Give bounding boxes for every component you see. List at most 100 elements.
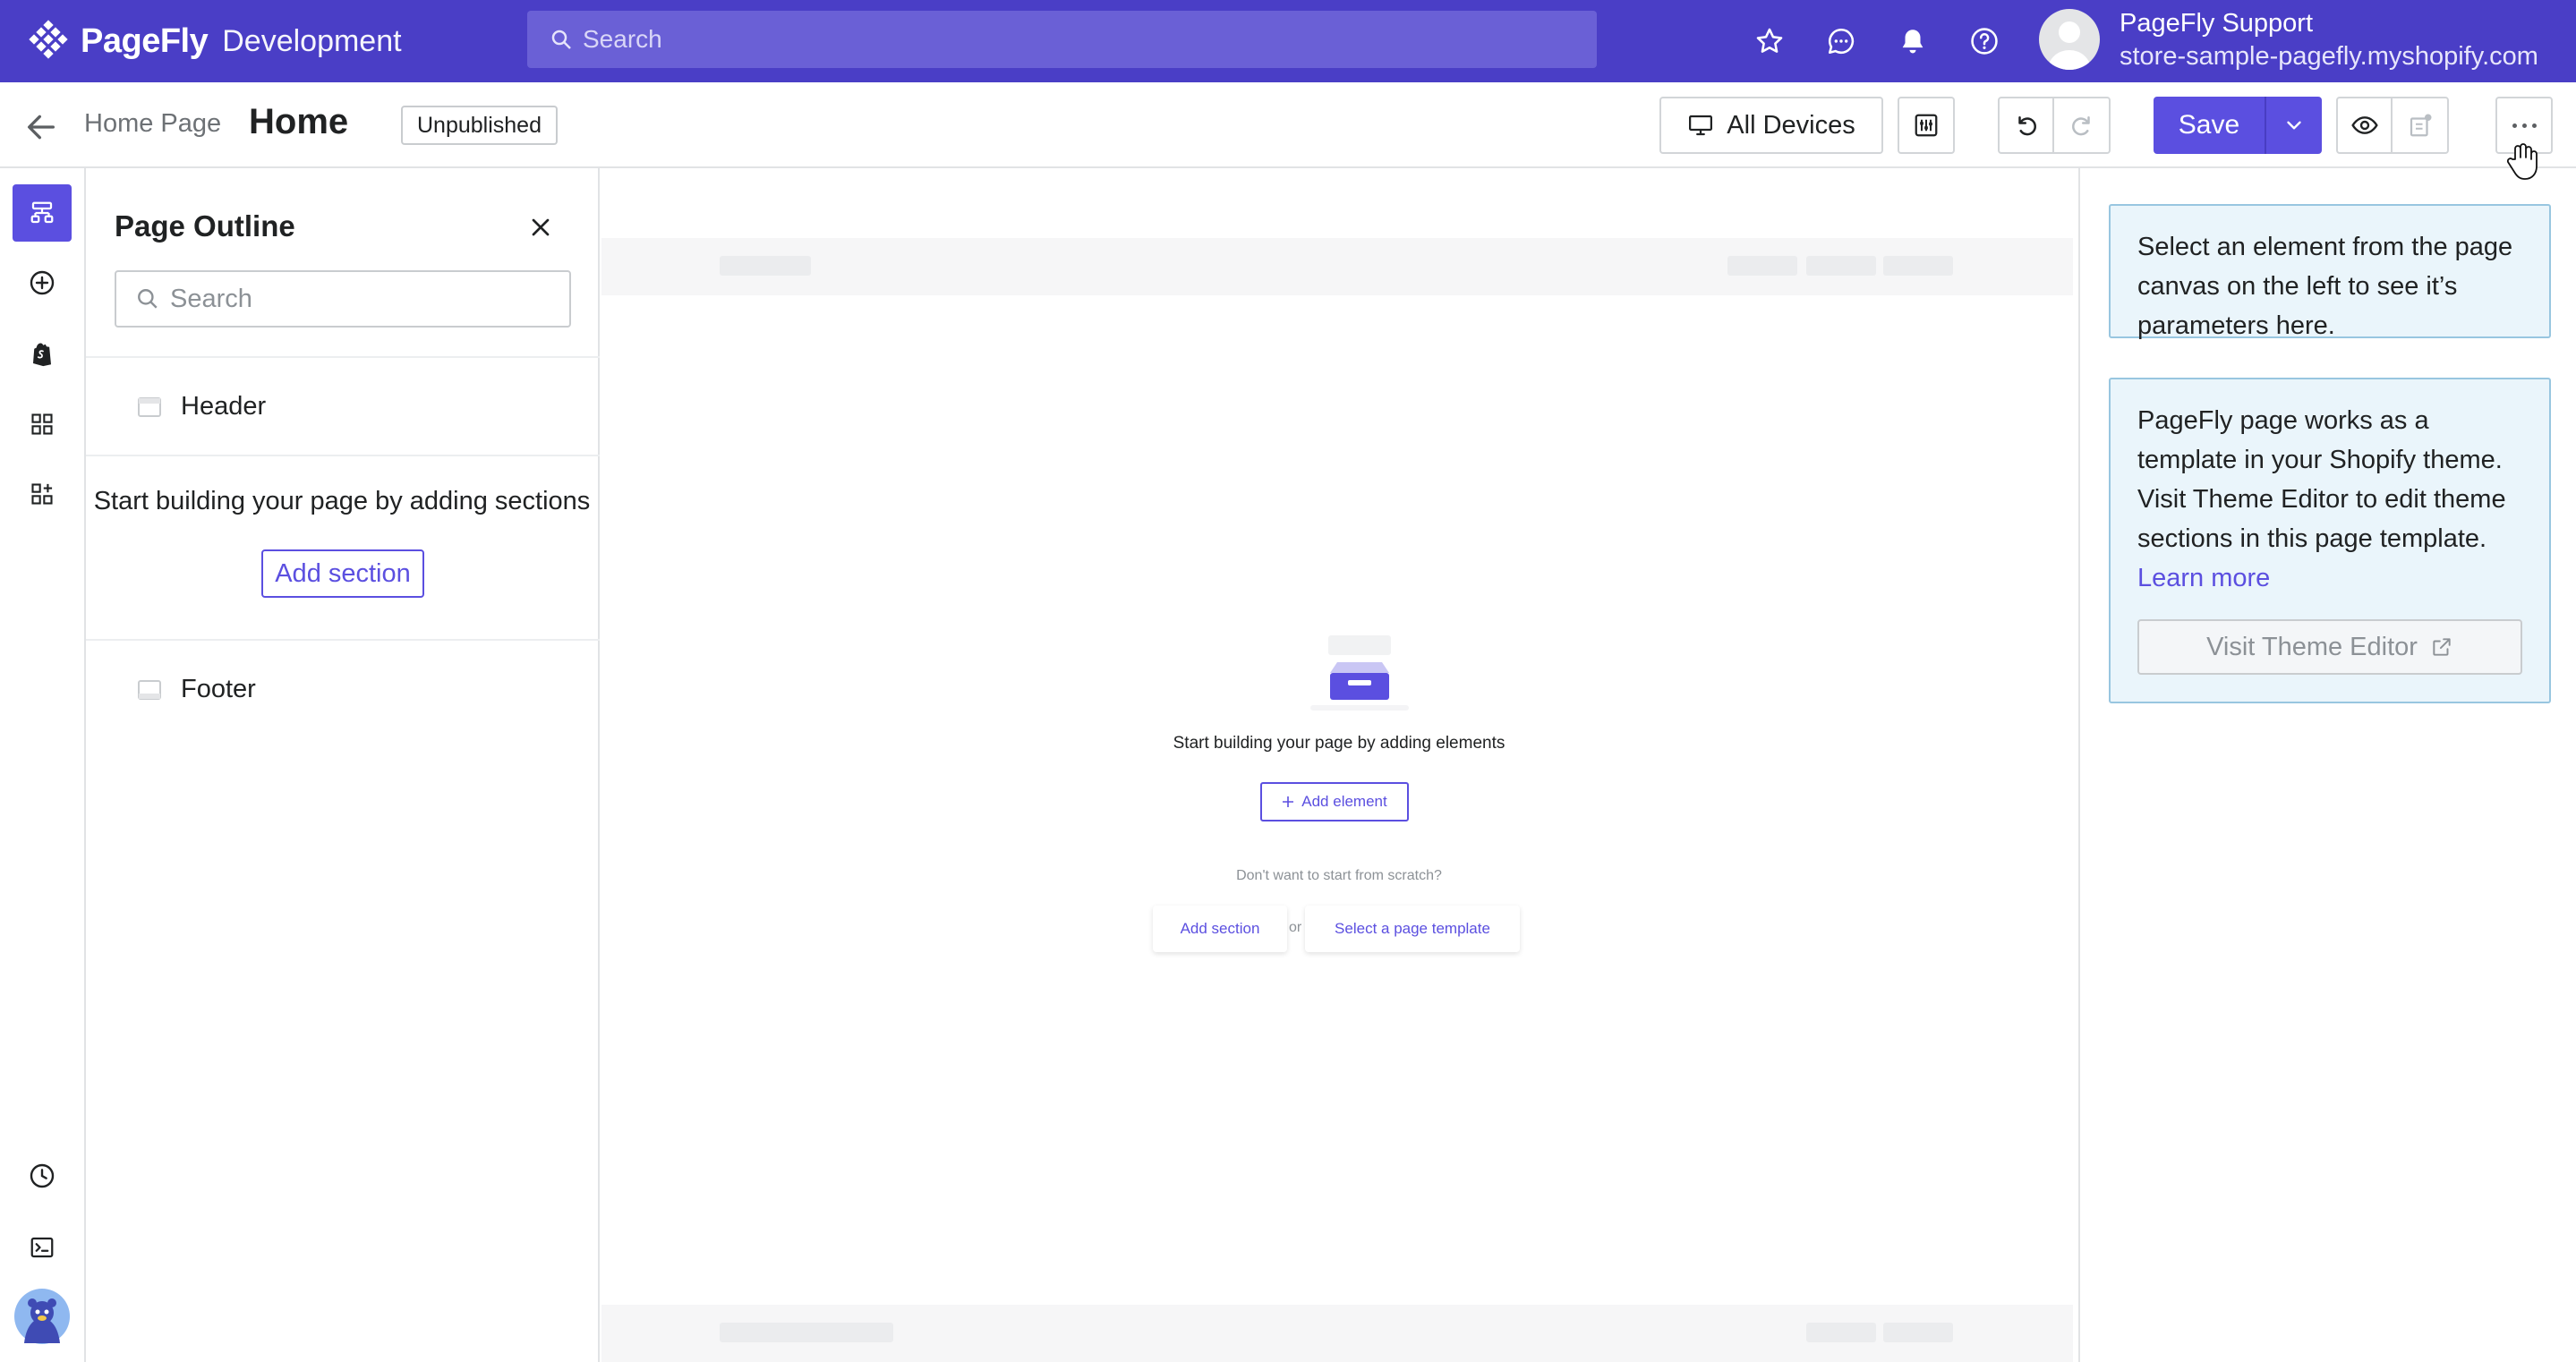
- help-button[interactable]: [1965, 21, 2004, 61]
- save-group: Save: [2154, 97, 2322, 154]
- settings-button[interactable]: [1898, 97, 1955, 154]
- devices-button[interactable]: All Devices: [1659, 97, 1883, 154]
- rail-apps[interactable]: [13, 465, 72, 523]
- rail-history[interactable]: [13, 1147, 72, 1205]
- visit-theme-editor-label: Visit Theme Editor: [2206, 633, 2418, 661]
- chevron-down-icon: [2287, 121, 2301, 130]
- more-dot-icon: [2531, 123, 2537, 128]
- skeleton-bar: [720, 256, 811, 276]
- outline-divider: [86, 455, 600, 456]
- scratch-message: Don't want to start from scratch?: [1236, 868, 1442, 883]
- page-canvas[interactable]: Start building your page by adding eleme…: [600, 168, 2078, 1362]
- brand-name: PageFly: [81, 21, 209, 60]
- chat-button[interactable]: [1821, 21, 1861, 61]
- user-avatar[interactable]: [2039, 9, 2100, 70]
- theme-info-text: PageFly page works as a template in your…: [2137, 406, 2506, 553]
- search-icon: [138, 289, 158, 309]
- canvas-add-section-button[interactable]: Add section: [1153, 906, 1287, 952]
- bell-icon: [1902, 30, 1923, 54]
- add-section-button[interactable]: Add section: [261, 549, 424, 598]
- devices-label: All Devices: [1727, 110, 1855, 140]
- skeleton-bar: [1806, 256, 1876, 276]
- mascot-avatar-icon: [14, 1289, 70, 1344]
- preview-controls: [2336, 97, 2449, 154]
- outline-item-footer[interactable]: Footer: [138, 675, 256, 704]
- undo-button[interactable]: [2000, 98, 2055, 152]
- rail-mascot[interactable]: [13, 1287, 72, 1346]
- favorites-button[interactable]: [1750, 21, 1789, 61]
- user-info[interactable]: PageFly Support store-sample-pagefly.mys…: [2120, 7, 2538, 73]
- plus-icon: [1283, 796, 1294, 807]
- select-template-button[interactable]: Select a page template: [1305, 906, 1520, 952]
- user-name: PageFly Support: [2120, 9, 2314, 38]
- notifications-button[interactable]: [1893, 21, 1932, 61]
- footer-section-icon: [138, 679, 161, 700]
- brand[interactable]: PageFly Development: [27, 18, 402, 64]
- shopify-bag-icon: [33, 343, 51, 367]
- skeleton-bar: [1806, 1323, 1876, 1342]
- pagefly-logo-icon: [29, 20, 68, 59]
- or-separator: or: [1289, 920, 1302, 935]
- user-store: store-sample-pagefly.myshopify.com: [2120, 42, 2538, 71]
- more-dot-icon: [2512, 123, 2517, 128]
- page-title: Home: [249, 102, 349, 141]
- header-section-icon: [138, 396, 161, 417]
- back-button[interactable]: [23, 109, 59, 145]
- theme-info-box: PageFly page works as a template in your…: [2109, 378, 2551, 703]
- close-icon: [532, 218, 550, 236]
- sliders-icon: [1915, 114, 1938, 137]
- undo-icon: [2017, 116, 2036, 136]
- rail-sections[interactable]: [13, 396, 72, 453]
- learn-more-link[interactable]: Learn more: [2137, 564, 2270, 592]
- external-link-icon: [2433, 638, 2451, 656]
- redo-button[interactable]: [2054, 98, 2109, 152]
- select-hint-text: Select an element from the page canvas o…: [2137, 233, 2513, 340]
- outline-icon: [30, 201, 54, 224]
- global-search-input[interactable]: [583, 25, 1567, 54]
- canvas-footer-placeholder[interactable]: [601, 1305, 2073, 1362]
- save-options-button[interactable]: [2266, 97, 2322, 154]
- add-element-label: Add element: [1301, 793, 1387, 810]
- rail-page-outline[interactable]: [13, 184, 72, 242]
- inspector-panel: Select an element from the page canvas o…: [2078, 168, 2576, 1362]
- publish-icon: [2410, 114, 2431, 137]
- skeleton-bar: [1727, 256, 1797, 276]
- global-search[interactable]: [527, 11, 1597, 68]
- editor-toolbar: Home Page Home Unpublished All Devices S…: [0, 82, 2576, 168]
- outline-empty-message: Start building your page by adding secti…: [93, 487, 591, 515]
- canvas-empty-message: Start building your page by adding eleme…: [1173, 734, 1506, 753]
- add-element-button[interactable]: Add element: [1260, 782, 1409, 821]
- skeleton-bar: [1883, 1323, 1953, 1342]
- outline-search[interactable]: [115, 270, 571, 328]
- arrow-left-icon: [27, 115, 55, 140]
- star-icon: [1756, 28, 1783, 53]
- status-badge: Unpublished: [401, 106, 558, 145]
- save-button[interactable]: Save: [2154, 97, 2266, 154]
- top-bar: PageFly Development Search PageFly Suppo…: [0, 0, 2576, 82]
- rail-shopify[interactable]: [13, 326, 72, 383]
- outline-item-label: Header: [181, 392, 267, 421]
- close-outline-button[interactable]: [526, 213, 555, 242]
- page-outline-panel: Page Outline Header Start building your …: [86, 168, 600, 1362]
- rail-code[interactable]: [13, 1219, 72, 1276]
- more-dot-icon: [2521, 123, 2527, 128]
- history-icon: [30, 1163, 55, 1188]
- outline-search-input[interactable]: [170, 284, 546, 314]
- desktop-icon: [1689, 115, 1713, 136]
- outline-item-header[interactable]: Header: [138, 392, 266, 421]
- eye-icon: [2350, 116, 2378, 134]
- apps-icon: [31, 483, 53, 505]
- terminal-icon: [30, 1237, 54, 1258]
- publish-button[interactable]: [2393, 98, 2447, 152]
- skeleton-bar: [1883, 256, 1953, 276]
- canvas-header-placeholder[interactable]: [601, 238, 2073, 295]
- history-controls: [1998, 97, 2111, 154]
- left-icon-rail: [0, 168, 86, 1362]
- breadcrumb[interactable]: Home Page: [84, 109, 221, 139]
- visit-theme-editor-button[interactable]: Visit Theme Editor: [2137, 619, 2522, 675]
- preview-button[interactable]: [2338, 98, 2393, 152]
- select-element-hint: Select an element from the page canvas o…: [2109, 204, 2551, 340]
- user-avatar-icon: [2048, 21, 2091, 70]
- grid-icon: [31, 413, 53, 435]
- rail-add-element[interactable]: [13, 254, 72, 311]
